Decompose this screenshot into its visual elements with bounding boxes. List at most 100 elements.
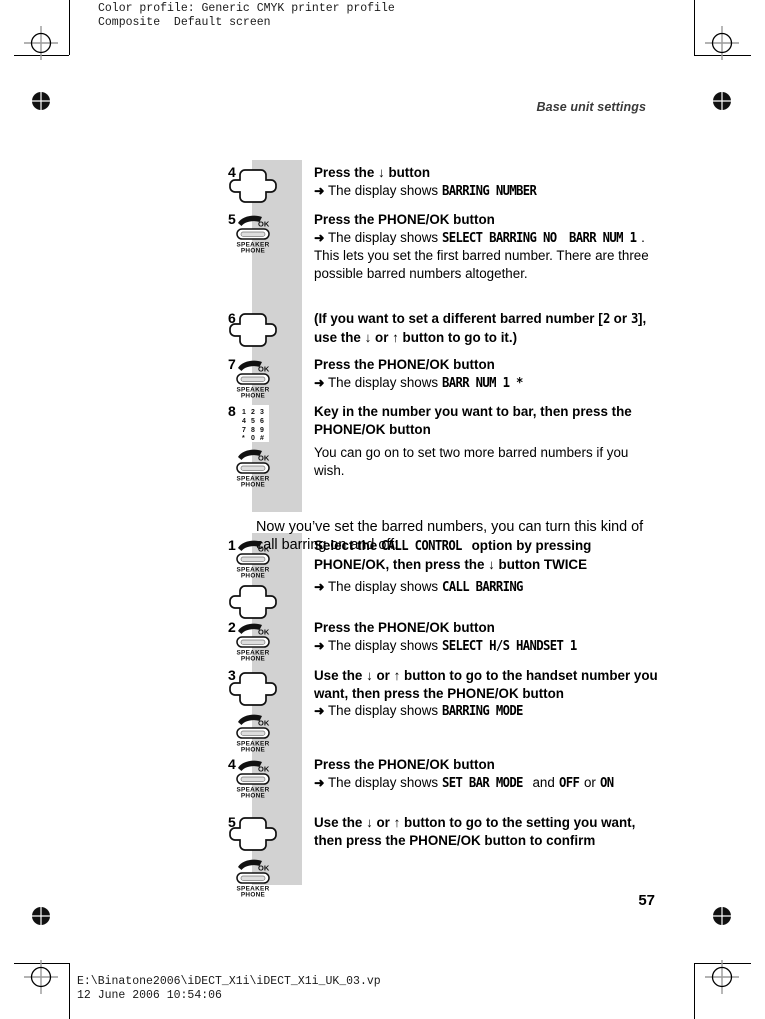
result-mid: and — [528, 774, 559, 790]
result-prefix: The display shows — [327, 703, 442, 719]
phone-ok-label: PHONE/OK — [378, 212, 450, 227]
step-lead-post: button — [384, 165, 431, 180]
step-text: Press the ↓ button ➜ The display shows B… — [314, 164, 658, 200]
svg-text:OK: OK — [258, 765, 270, 774]
svg-text:*: * — [242, 435, 245, 442]
phone-ok-speakerphone-icon: OK SPEAKER PHONE — [236, 760, 270, 799]
right-arrow-icon: ➜ — [314, 230, 325, 245]
lcd-display-text-3: ON — [599, 775, 614, 791]
result-prefix: The display shows — [327, 637, 442, 653]
svg-text:PHONE: PHONE — [241, 792, 266, 799]
step-lead-pre: Press the — [314, 620, 379, 635]
running-head: Base unit settings — [536, 100, 646, 114]
step-text: Press the PHONE/OK button ➜ The display … — [314, 356, 658, 392]
phone-ok-speakerphone-icon: OK SPEAKER PHONE — [236, 859, 270, 898]
lcd-display-text: SELECT H/S HANDSET 1 — [441, 638, 577, 654]
right-arrow-icon: ➜ — [314, 183, 325, 198]
step-text: Use the ↓ or ↑ button to go to the setti… — [314, 814, 658, 849]
dpad-navigation-icon — [229, 169, 277, 203]
svg-text:7: 7 — [242, 427, 246, 434]
lcd-display-text: BARR NUM 1 * — [441, 375, 523, 391]
right-arrow-icon: ➜ — [314, 580, 325, 595]
page-number: 57 — [638, 892, 655, 909]
step-lead-post: button — [449, 757, 495, 772]
numeric-keypad-icon: 1 2 3 4 5 6 7 8 9 * 0 # — [237, 405, 269, 442]
step-lead-post: , then press the ↓ button TWICE — [385, 556, 588, 572]
svg-text:2: 2 — [251, 409, 255, 416]
svg-text:OK: OK — [258, 365, 270, 374]
phone-ok-label: PHONE/OK — [409, 832, 481, 848]
step-lead-post: button — [385, 421, 431, 437]
dpad-navigation-icon — [229, 672, 277, 706]
step-text: Use the ↓ or ↑ button to go to the hands… — [314, 667, 658, 721]
phone-ok-label: PHONE/OK — [314, 421, 386, 437]
lcd-display-text: 2 — [602, 312, 610, 327]
step-result-line: ➜ The display shows CALL BARRING — [314, 578, 658, 597]
right-arrow-icon: ➜ — [314, 704, 325, 719]
phone-ok-label: PHONE/OK — [378, 620, 450, 635]
step-lead-post: button — [449, 620, 495, 635]
step-lead-post: button — [449, 357, 495, 372]
svg-text:9: 9 — [260, 427, 264, 434]
step-text: Press the PHONE/OK button ➜ The display … — [314, 756, 658, 792]
lcd-display-text-2: CALL BARRING — [441, 580, 523, 596]
dpad-navigation-icon — [229, 313, 277, 347]
step-result-line: ➜ The display shows BARR NUM 1 * — [314, 374, 658, 393]
svg-text:1: 1 — [242, 409, 246, 416]
right-arrow-icon: ➜ — [314, 375, 325, 390]
svg-text:PHONE: PHONE — [241, 891, 266, 898]
step-text: Key in the number you want to bar, then … — [314, 403, 658, 479]
step-lead-mid: or — [609, 311, 631, 326]
step-lead-pre: Press the — [314, 165, 379, 180]
phone-ok-label: PHONE/OK — [314, 556, 386, 572]
step-text: Select the CALL CONTROL option by pressi… — [314, 537, 658, 597]
phone-ok-speakerphone-icon: OK SPEAKER PHONE — [236, 623, 270, 662]
dpad-navigation-icon — [229, 585, 277, 619]
svg-text:PHONE: PHONE — [241, 746, 266, 753]
result-prefix: The display shows — [327, 374, 442, 390]
step-result-line: ➜ The display shows BARRING MODE — [314, 702, 658, 721]
step-lead-pre: Press the — [314, 212, 379, 227]
result-prefix: The display shows — [327, 774, 442, 790]
phone-ok-label: PHONE/OK — [378, 357, 450, 372]
svg-text:PHONE: PHONE — [241, 655, 266, 662]
svg-text:PHONE: PHONE — [241, 247, 266, 254]
step-text: Press the PHONE/OK button ➜ The display … — [314, 619, 658, 655]
step-lead-post: button to confirm — [480, 832, 596, 848]
step-text: (If you want to set a different barred n… — [314, 310, 658, 346]
svg-text:4: 4 — [242, 418, 246, 425]
svg-text:OK: OK — [258, 628, 270, 637]
step-lead-mid: option by pressing — [467, 538, 592, 553]
down-arrow-glyph: ↓ — [378, 165, 385, 180]
step-lead-pre: Select the — [314, 538, 381, 553]
phone-ok-speakerphone-icon: OK SPEAKER PHONE — [236, 540, 270, 579]
lcd-display-text: SET BAR MODE — [441, 775, 523, 791]
phone-ok-speakerphone-icon: OK SPEAKER PHONE — [236, 360, 270, 399]
svg-text:PHONE: PHONE — [241, 392, 266, 399]
lcd-display-text: BARRING NUMBER — [441, 183, 537, 199]
phone-ok-speakerphone-icon: OK SPEAKER PHONE — [236, 714, 270, 753]
step-result-line: ➜ The display shows BARRING NUMBER — [314, 182, 658, 201]
svg-text:OK: OK — [258, 454, 270, 463]
step-text: Press the PHONE/OK button ➜ The display … — [314, 211, 658, 282]
lcd-display-text-2: OFF — [558, 775, 580, 791]
svg-text:OK: OK — [258, 220, 270, 229]
step-note: You can go on to set two more barred num… — [314, 445, 629, 478]
dpad-navigation-icon — [229, 817, 277, 851]
svg-text:3: 3 — [260, 409, 264, 416]
step-lead-pre: Key in the number you want to bar, then … — [314, 404, 632, 419]
step-result-line: ➜ The display shows SELECT H/S HANDSET 1 — [314, 637, 658, 656]
lcd-display-text: SELECT BARRING NO — [441, 230, 557, 246]
result-mid-2: or — [580, 774, 600, 790]
step-result-line: ➜ The display shows SET BAR MODE and OFF… — [314, 774, 658, 793]
step-result-line: ➜ The display shows SELECT BARRING NO BA… — [314, 229, 658, 283]
right-arrow-icon: ➜ — [314, 775, 325, 790]
lcd-display-text: BARRING MODE — [441, 704, 523, 720]
svg-text:8: 8 — [251, 427, 255, 434]
svg-text:0: 0 — [251, 435, 255, 442]
result-prefix: The display shows — [327, 229, 442, 245]
step-lead-pre: Press the — [314, 757, 379, 772]
svg-text:OK: OK — [258, 864, 270, 873]
svg-text:PHONE: PHONE — [241, 481, 266, 488]
lcd-display-text-2: BARR NUM 1 — [568, 230, 637, 246]
